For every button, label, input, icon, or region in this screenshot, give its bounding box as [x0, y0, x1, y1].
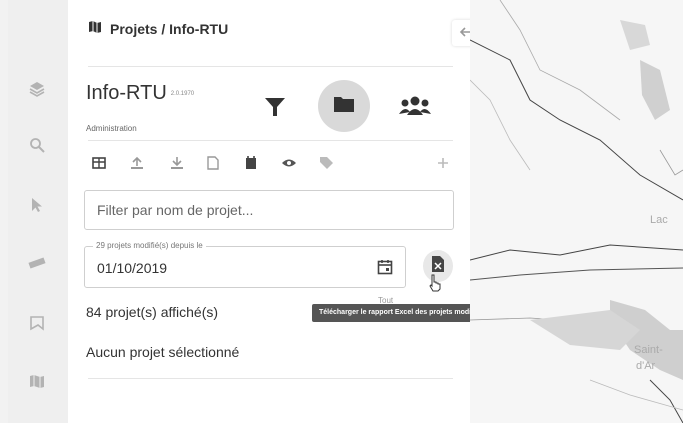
- projects-panel: Projets / Info-RTU Info-RTU 2.0.1970 Admi…: [68, 0, 478, 423]
- flag-icon[interactable]: [26, 312, 48, 334]
- map-icon[interactable]: [26, 370, 48, 392]
- app-subtitle: Administration: [86, 124, 137, 133]
- modified-since-date-field[interactable]: 29 projets modifié(s) depuis le 01/10/20…: [84, 241, 406, 288]
- project-count: 84 projet(s) affiché(s): [86, 304, 219, 320]
- plus-icon[interactable]: [434, 154, 452, 172]
- hand-cursor-icon: [428, 274, 442, 297]
- map-label: Saint-: [634, 344, 663, 356]
- app-title: Info-RTU 2.0.1970: [86, 82, 194, 105]
- document-icon[interactable]: [204, 154, 222, 172]
- date-field-legend: 29 projets modifié(s) depuis le: [93, 241, 206, 250]
- projects-toolbar: [84, 154, 454, 174]
- ruler-icon[interactable]: [26, 252, 48, 274]
- date-value[interactable]: 01/10/2019: [97, 260, 167, 276]
- calendar-picker-icon[interactable]: [375, 257, 395, 277]
- filter-icon[interactable]: [260, 92, 290, 122]
- map-view[interactable]: Lac Saint- d'Ar: [470, 0, 683, 423]
- layers-icon[interactable]: [26, 78, 48, 100]
- divider: [88, 140, 453, 141]
- excel-tooltip: Télécharger le rapport Excel des projets…: [312, 304, 491, 322]
- projects-folder-button[interactable]: [318, 80, 370, 132]
- calendar-icon[interactable]: [242, 154, 260, 172]
- breadcrumb-text: Projets / Info-RTU: [110, 20, 229, 37]
- tags-icon[interactable]: [318, 154, 336, 172]
- divider: [88, 66, 453, 67]
- table-icon[interactable]: [90, 154, 108, 172]
- map-book-icon: [88, 20, 102, 37]
- left-rail: [8, 0, 68, 423]
- folder-icon: [333, 95, 355, 118]
- project-search-input[interactable]: [84, 190, 454, 230]
- app-frame: Projets / Info-RTU Info-RTU 2.0.1970 Admi…: [0, 0, 683, 423]
- map-label: Lac: [650, 214, 668, 226]
- search-icon[interactable]: [26, 134, 48, 156]
- selection-status: Aucun projet sélectionné: [86, 344, 240, 360]
- upload-icon[interactable]: [128, 154, 146, 172]
- eye-icon[interactable]: [280, 154, 298, 172]
- users-icon[interactable]: [398, 92, 432, 120]
- map-label: d'Ar: [636, 360, 656, 372]
- app-version: 2.0.1970: [170, 90, 195, 97]
- app-title-text: Info-RTU: [86, 82, 167, 104]
- breadcrumb: Projets / Info-RTU: [88, 20, 228, 37]
- divider: [88, 378, 453, 379]
- cursor-icon[interactable]: [26, 194, 48, 216]
- download-icon[interactable]: [168, 154, 186, 172]
